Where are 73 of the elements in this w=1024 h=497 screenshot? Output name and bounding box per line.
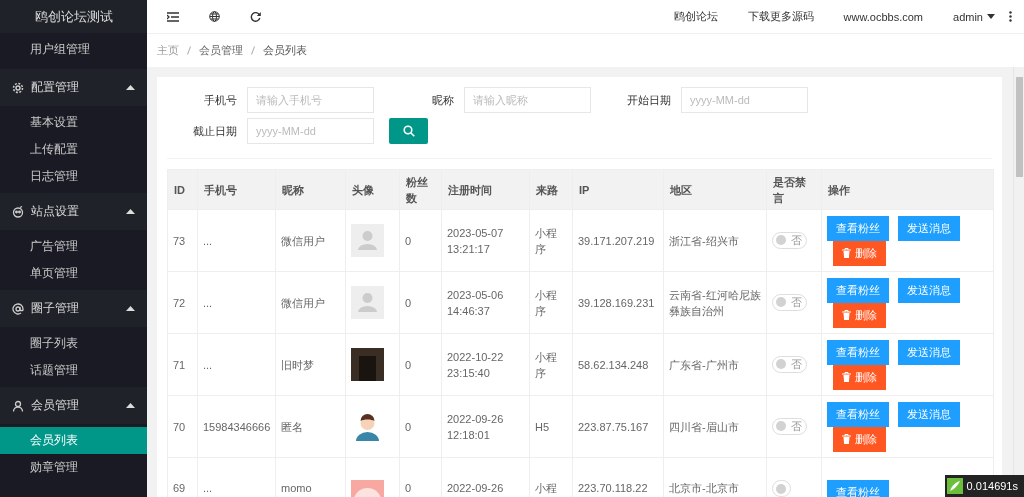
- sidebar-item[interactable]: 用户组管理: [0, 36, 147, 63]
- column-header: ID: [167, 169, 198, 210]
- sidebar-item[interactable]: 单页管理: [0, 260, 147, 287]
- sidebar-group[interactable]: 会员管理: [0, 387, 147, 424]
- table-cell: 浙江省-绍兴市: [663, 209, 767, 272]
- header-link[interactable]: 下载更多源码: [747, 9, 814, 24]
- sidebar-item[interactable]: 基本设置: [0, 109, 147, 136]
- sidebar-item[interactable]: 勋章管理: [0, 454, 147, 481]
- column-header: 地区: [663, 169, 767, 210]
- table-cell: 云南省-红河哈尼族彝族自治州: [663, 271, 767, 334]
- table-cell: 39.128.169.231: [572, 271, 664, 334]
- field-label: 手机号: [203, 92, 238, 108]
- table-cell: 匿名: [275, 395, 346, 458]
- table-cell: 四川省-眉山市: [663, 395, 767, 458]
- table-cell: 2023-05-07 13:21:17: [441, 209, 530, 272]
- sidebar-item[interactable]: 广告管理: [0, 233, 147, 260]
- table-cell: 73: [167, 209, 198, 272]
- table-cell: 15984346666: [197, 395, 276, 458]
- table-cell: 0: [399, 333, 442, 396]
- table-cell: 2023-05-06 14:46:37: [441, 271, 530, 334]
- table-cell: ...: [197, 209, 276, 272]
- table-cell: 69: [167, 457, 198, 497]
- sidebar-group[interactable]: 配置管理: [0, 69, 147, 106]
- table-cell: ...: [197, 333, 276, 396]
- input-field[interactable]: yyyy-MM-dd: [247, 118, 374, 144]
- table-cell: H5: [529, 395, 573, 458]
- table-cell: 小程序: [529, 333, 573, 396]
- sidebar-group[interactable]: 站点设置: [0, 193, 147, 230]
- header-link[interactable]: 鸥创论坛: [673, 9, 718, 24]
- table-cell: 旧时梦: [275, 333, 346, 396]
- trace-badge[interactable]: 0.014691s: [944, 475, 1024, 497]
- table-cell: 223.87.75.167: [572, 395, 664, 458]
- header-link[interactable]: www.ocbbs.com: [843, 10, 924, 23]
- field-label: 开始日期: [626, 92, 672, 108]
- sidebar-item[interactable]: 圈子列表: [0, 330, 147, 357]
- column-header: 昵称: [275, 169, 346, 210]
- breadcrumb-link[interactable]: 会员列表: [263, 43, 307, 58]
- table-cell: 58.62.134.248: [572, 333, 664, 396]
- table-cell: 小程序: [529, 209, 573, 272]
- column-header: IP: [572, 169, 664, 210]
- table-cell: 0: [399, 271, 442, 334]
- table-cell: 0: [399, 395, 442, 458]
- table-cell: 微信用户: [275, 209, 346, 272]
- input-field[interactable]: yyyy-MM-dd: [681, 87, 808, 113]
- table-cell: 70: [167, 395, 198, 458]
- table-cell: 39.171.207.219: [572, 209, 664, 272]
- column-header: 来路: [529, 169, 573, 210]
- column-header: 粉丝数: [399, 169, 442, 210]
- input-field[interactable]: 请输入昵称: [464, 87, 591, 113]
- table-cell: 2022-09-26 12:18:01: [441, 395, 530, 458]
- table-cell: 广东省-广州市: [663, 333, 767, 396]
- table-cell: 2022-10-22 23:15:40: [441, 333, 530, 396]
- table-cell: ...: [197, 271, 276, 334]
- sidebar-group[interactable]: 圈子管理: [0, 290, 147, 327]
- column-header: 手机号: [197, 169, 276, 210]
- app-title: 鸥创论坛测试: [0, 0, 147, 33]
- field-label: 截止日期: [192, 123, 238, 139]
- table-cell: 72: [167, 271, 198, 334]
- table-cell: 小程序: [529, 271, 573, 334]
- column-header: 注册时间: [441, 169, 530, 210]
- table-cell: 微信用户: [275, 271, 346, 334]
- column-header: 是否禁言: [766, 169, 822, 210]
- user-menu[interactable]: admin: [953, 10, 995, 23]
- field-label: 昵称: [431, 92, 455, 108]
- column-header: 操作: [821, 169, 994, 210]
- sidebar-item[interactable]: 会员列表: [0, 427, 147, 454]
- sidebar-item[interactable]: 上传配置: [0, 136, 147, 163]
- sidebar-item[interactable]: 话题管理: [0, 357, 147, 384]
- sidebar-item[interactable]: 日志管理: [0, 163, 147, 190]
- breadcrumb-link[interactable]: 会员管理: [199, 43, 243, 58]
- table-cell: 0: [399, 209, 442, 272]
- table-cell: 71: [167, 333, 198, 396]
- column-header: 头像: [345, 169, 400, 210]
